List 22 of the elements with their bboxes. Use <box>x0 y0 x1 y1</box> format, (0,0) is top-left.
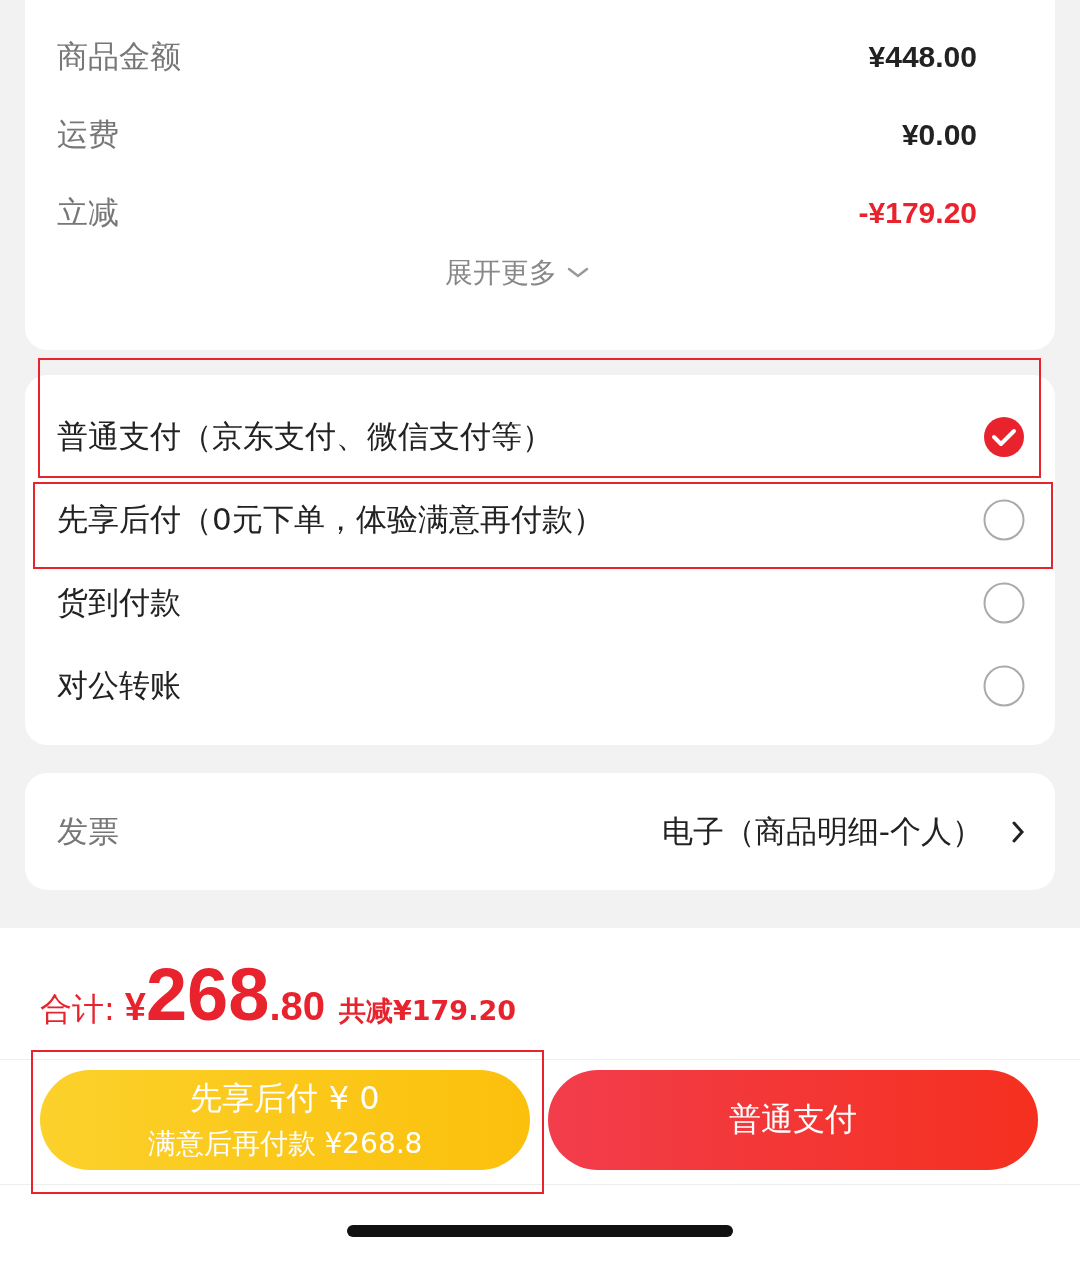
radio-button[interactable] <box>983 581 1025 624</box>
summary-label: 商品金额 <box>57 37 181 76</box>
chevron-down-icon <box>567 267 589 279</box>
radio-button[interactable] <box>983 498 1025 541</box>
invoice-selector[interactable]: 电子（商品明细-个人） <box>661 810 1025 853</box>
payment-option[interactable]: 对公转账 <box>57 644 1025 727</box>
summary-value: -¥179.20 <box>858 196 977 230</box>
payment-option[interactable]: 先享后付（0元下单，体验满意再付款） <box>57 478 1025 561</box>
summary-label: 运费 <box>57 115 119 154</box>
summary-label: 立减 <box>57 193 119 232</box>
payment-option[interactable]: 普通支付（京东支付、微信支付等） <box>57 395 1025 478</box>
expand-more-link[interactable]: 展开更多 <box>445 254 589 292</box>
summary-value: ¥0.00 <box>901 118 977 152</box>
total-price: ¥268.80 <box>124 958 325 1032</box>
discount-total: 共减¥179.20 <box>339 997 516 1024</box>
radio-button[interactable] <box>983 664 1025 707</box>
summary-value: ¥448.00 <box>868 40 977 74</box>
pay-button[interactable]: 普通支付 <box>548 1070 1038 1170</box>
invoice-label: 发票 <box>57 811 119 851</box>
payment-option[interactable]: 货到付款 <box>57 561 1025 644</box>
total-label: 合计: <box>40 993 115 1025</box>
chevron-right-icon <box>1011 819 1025 844</box>
